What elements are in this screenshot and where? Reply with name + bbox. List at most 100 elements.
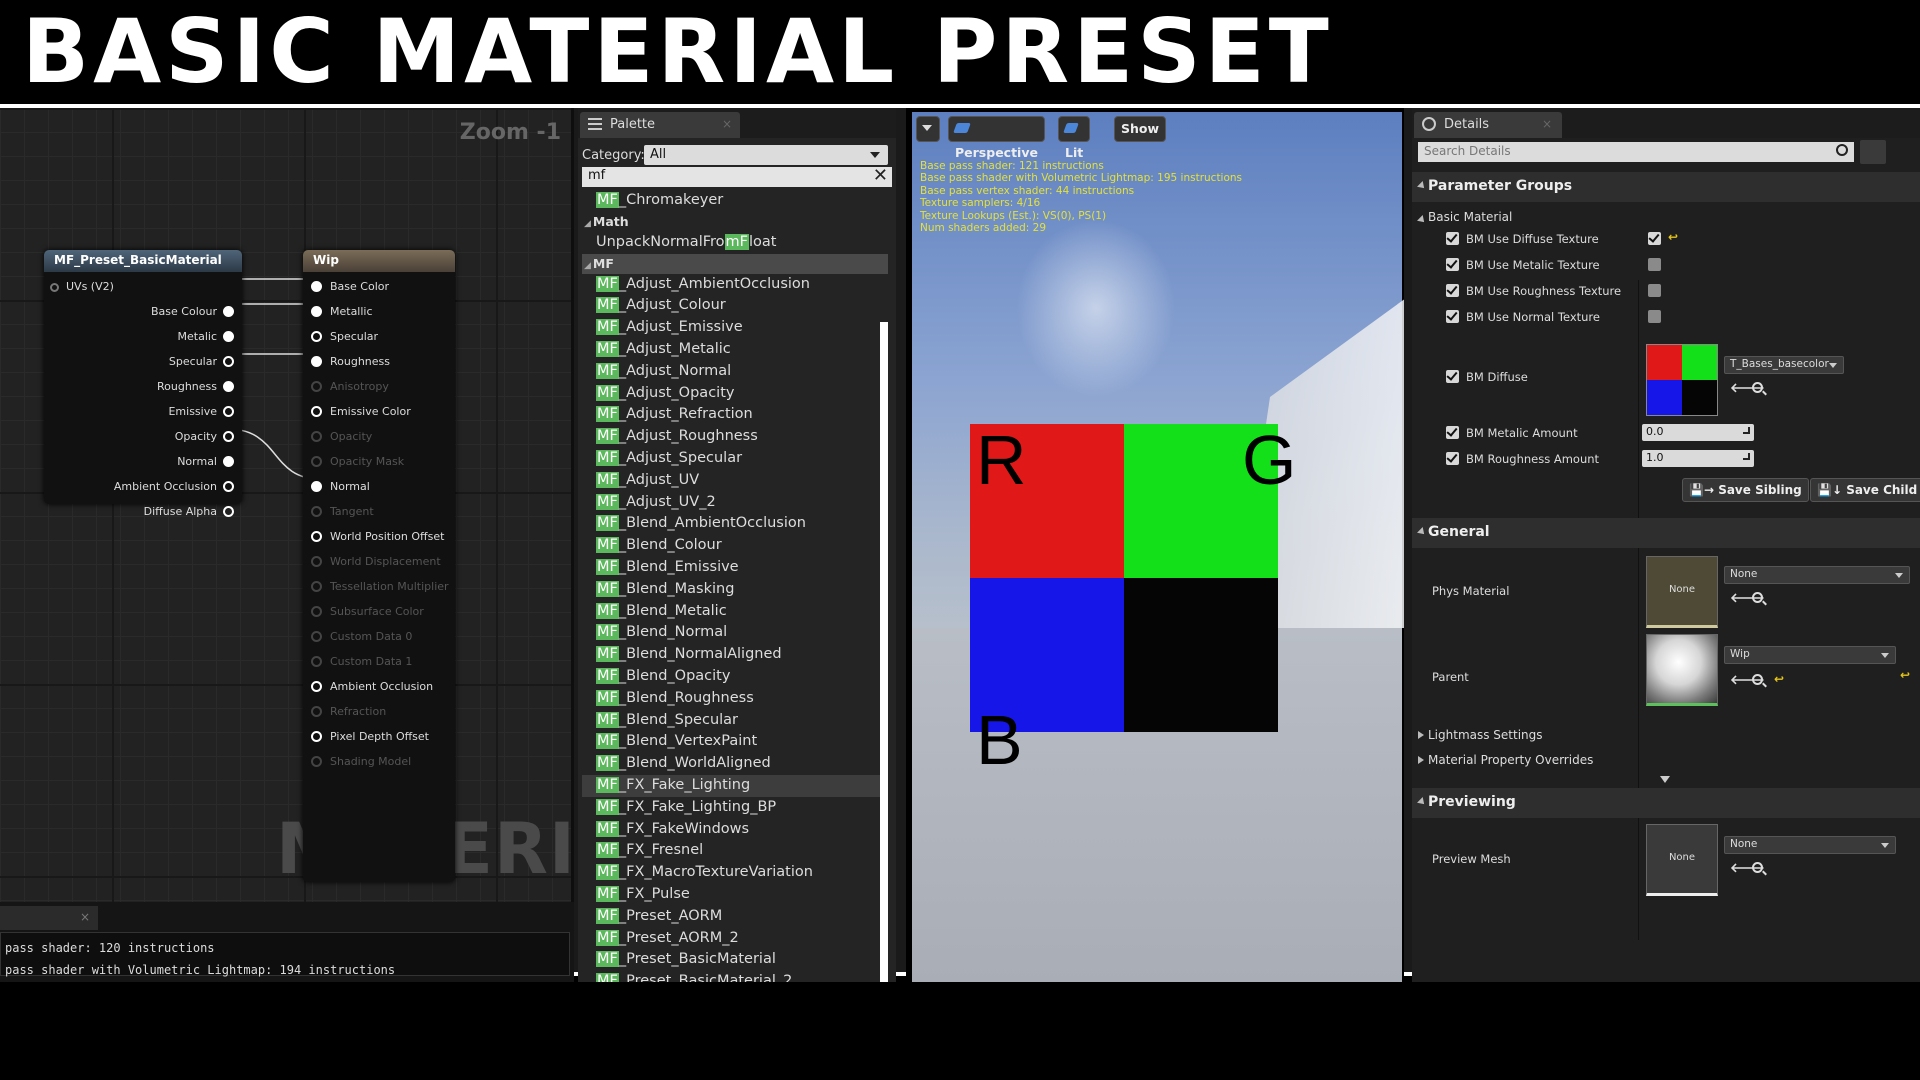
function-output-pin[interactable]: Emissive [168,404,234,420]
preview-mesh-select[interactable]: None [1724,836,1896,854]
param-enable-checkbox[interactable] [1446,232,1459,245]
phys-material-thumbnail[interactable]: None [1646,556,1718,628]
sub-material-property-overrides[interactable]: Material Property Overrides [1412,749,1920,771]
advanced-expand-icon[interactable] [1660,776,1670,783]
details-search-input[interactable]: Search Details [1418,142,1854,162]
param-enable-checkbox[interactable] [1446,258,1459,271]
palette-item[interactable]: MF_Adjust_Metalic [582,339,888,361]
material-input-pin[interactable]: Base Color [311,279,389,295]
parent-select[interactable]: Wip [1724,646,1896,664]
material-input-pin[interactable]: Emissive Color [311,404,411,420]
palette-item[interactable]: MF_Adjust_Roughness [582,426,888,448]
palette-item[interactable]: MF_FX_FakeWindows [582,819,888,841]
bm-diffuse-thumbnail[interactable] [1646,344,1718,416]
material-node[interactable]: Wip Base Color Metallic Specular Roughness A… [303,250,455,882]
bm-diffuse-enable-checkbox[interactable] [1446,370,1459,383]
palette-item[interactable]: MF_Adjust_Opacity [582,383,888,405]
palette-item[interactable]: MF_Adjust_Specular [582,448,888,470]
palette-item[interactable]: MF_Adjust_AmbientOcclusion [582,274,888,296]
material-input-pin[interactable]: Metallic [311,304,373,320]
stats-tab[interactable]: × [0,906,98,930]
details-tab-close-icon[interactable]: × [1542,117,1552,131]
palette-item[interactable]: MF_Preset_AORM [582,906,888,928]
palette-item[interactable]: MF_Blend_Specular [582,710,888,732]
material-input-pin[interactable]: Opacity [311,429,372,445]
property-matrix-button[interactable] [1860,140,1886,164]
function-output-pin[interactable]: Metalic [178,329,234,345]
function-output-pin[interactable]: Base Colour [151,304,234,320]
palette-item[interactable]: MF_Blend_AmbientOcclusion [582,513,888,535]
palette-item[interactable]: MF_Adjust_Emissive [582,317,888,339]
palette-item[interactable]: MF_Blend_Opacity [582,666,888,688]
palette-item[interactable]: MF_FX_Fake_Lighting [582,774,888,797]
function-output-pin[interactable]: Specular [169,354,234,370]
material-input-pin[interactable]: Pixel Depth Offset [311,729,429,745]
param-value-checkbox[interactable] [1648,258,1661,271]
palette-item[interactable]: MF_FX_Pulse [582,884,888,906]
palette-item[interactable]: MF_Adjust_UV [582,470,888,492]
material-input-pin[interactable]: Custom Data 1 [311,654,412,670]
perspective-button[interactable]: Perspective [948,116,1045,160]
save-sibling-button[interactable]: 💾→ Save Sibling [1682,478,1809,502]
material-input-pin[interactable]: World Displacement [311,554,441,570]
preview-mesh-thumbnail[interactable]: None [1646,824,1718,896]
function-output-pin[interactable]: Opacity [175,429,234,445]
section-parameter-groups[interactable]: Parameter Groups [1412,172,1920,202]
browse-magnifier-icon[interactable] [1752,674,1763,685]
lit-button[interactable]: Lit [1058,116,1091,160]
palette-item[interactable]: MF_FX_MacroTextureVariation [582,862,888,884]
save-child-button[interactable]: 💾↓ Save Child [1810,478,1920,502]
palette-tab-close-icon[interactable]: × [722,117,732,131]
palette-item[interactable]: MF_Blend_WorldAligned [582,753,888,775]
material-input-pin[interactable]: Subsurface Color [311,604,424,620]
palette-scrollbar[interactable] [880,322,888,982]
function-input-pin[interactable]: UVs (V2) [50,279,114,295]
category-select[interactable]: All [644,145,888,165]
param-enable-checkbox[interactable] [1446,310,1459,323]
palette-item[interactable]: MF_Blend_Roughness [582,688,888,710]
palette-item[interactable]: MF_Blend_VertexPaint [582,731,888,753]
palette-category[interactable]: ◢ MF [582,253,888,274]
bm-metalic-enable-checkbox[interactable] [1446,426,1459,439]
palette-item[interactable]: MF_Blend_Emissive [582,557,888,579]
section-general[interactable]: General [1412,518,1920,548]
phys-material-select[interactable]: None [1724,566,1910,584]
bm-roughness-enable-checkbox[interactable] [1446,452,1459,465]
palette-item[interactable]: MF_Preset_AORM_2 [582,928,888,950]
browse-magnifier-icon[interactable] [1752,862,1763,873]
palette-item[interactable]: MF_Chromakeyer [582,190,888,212]
function-output-pin[interactable]: Roughness [157,379,234,395]
palette-item[interactable]: MF_Blend_Metalic [582,601,888,623]
sub-lightmass-settings[interactable]: Lightmass Settings [1412,724,1920,746]
material-input-pin[interactable]: Opacity Mask [311,454,404,470]
palette-category[interactable]: ◢ Math [582,212,888,232]
parent-reset-icon[interactable]: ↩ [1900,668,1910,682]
palette-item[interactable]: MF_Adjust_Colour [582,295,888,317]
palette-item[interactable]: UnpackNormalFromFloat [582,232,888,254]
palette-item[interactable]: MF_Blend_NormalAligned [582,644,888,666]
details-tab[interactable]: Details × [1414,112,1562,138]
browse-magnifier-icon[interactable] [1752,382,1763,393]
material-input-pin[interactable]: Normal [311,479,370,495]
palette-tab[interactable]: Palette × [580,112,740,138]
palette-item[interactable]: MF_Blend_Normal [582,622,888,644]
param-value-checkbox[interactable] [1648,310,1661,323]
function-output-pin[interactable]: Ambient Occlusion [114,479,234,495]
palette-item[interactable]: MF_Blend_Colour [582,535,888,557]
palette-item[interactable]: MF_Preset_BasicMaterial [582,949,888,971]
param-value-checkbox[interactable] [1648,284,1661,297]
material-input-pin[interactable]: Roughness [311,354,390,370]
palette-list[interactable]: MF_Chromakeyer ◢ Math UnpackNormalFromFloat… [582,190,888,982]
palette-item[interactable]: MF_Preset_BasicMaterial_2 [582,971,888,982]
reset-to-default-icon[interactable]: ↩ [1668,230,1678,244]
parent-revert-icon[interactable]: ↩ [1774,672,1784,686]
function-output-pin[interactable]: Normal [177,454,234,470]
bm-roughness-amount-input[interactable]: 1.0 [1642,450,1754,467]
palette-item[interactable]: MF_FX_Fake_Lighting_BP [582,797,888,819]
eye-icon[interactable] [1890,140,1916,164]
show-button[interactable]: Show [1114,116,1167,142]
material-input-pin[interactable]: Custom Data 0 [311,629,412,645]
bm-diffuse-texture-select[interactable]: T_Bases_basecolor [1724,356,1844,374]
function-node[interactable]: MF_Preset_BasicMaterial UVs (V2) Base Co… [44,250,242,518]
material-graph[interactable]: Zoom -1 MATERIAL MF_Preset_BasicMaterial… [0,108,574,902]
